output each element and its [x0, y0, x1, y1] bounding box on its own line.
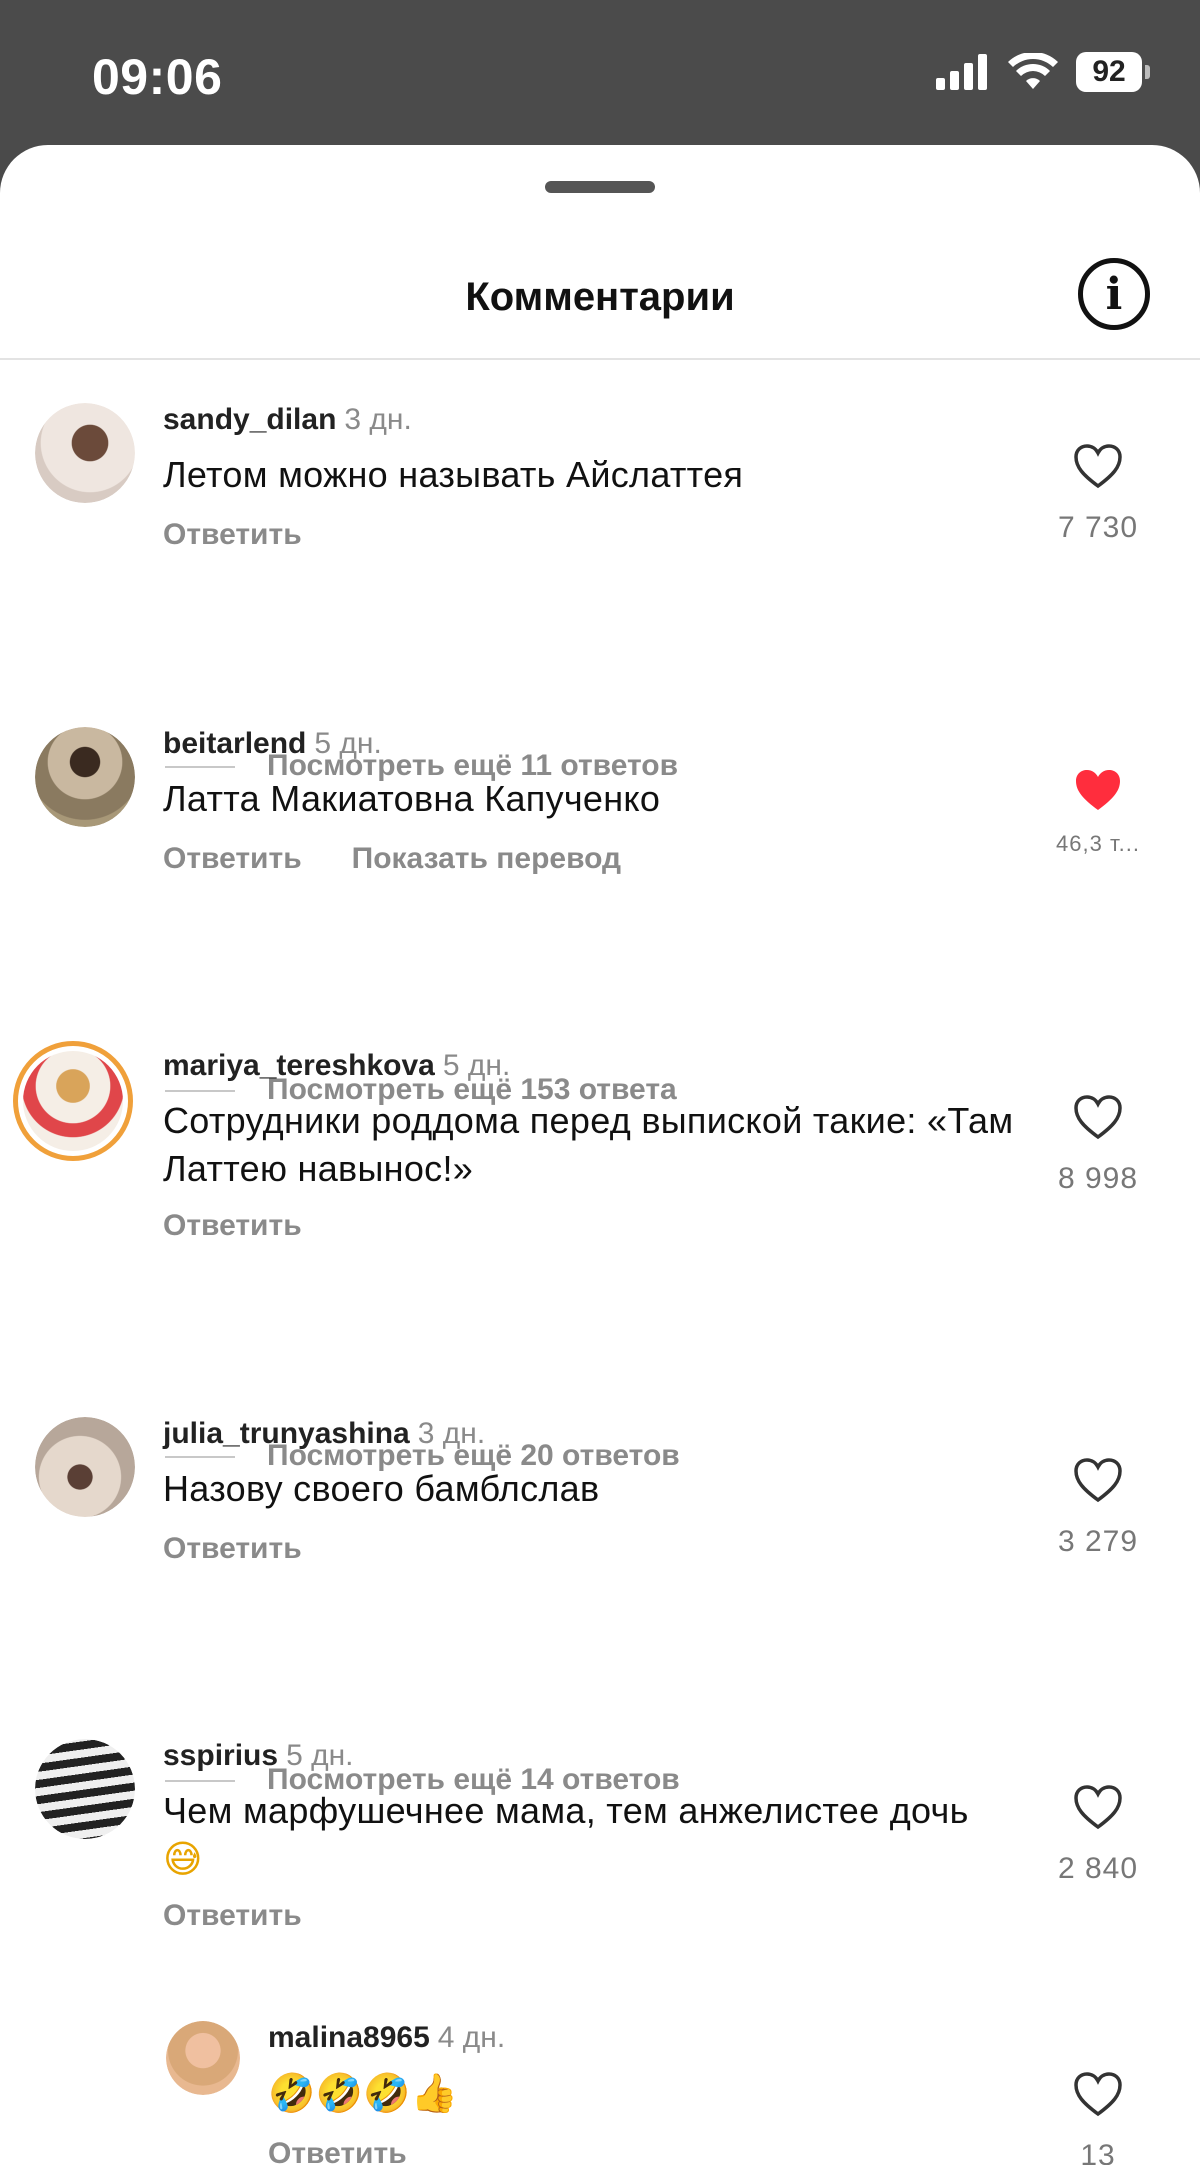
- sheet-header: Комментарии i: [0, 235, 1200, 360]
- heart-icon: [1074, 1458, 1122, 1503]
- comment-time: 5 дн.: [314, 727, 382, 760]
- status-bar: 09:06 92: [0, 0, 1200, 150]
- comment-username[interactable]: mariya_tereshkova: [163, 1049, 435, 1082]
- comment-header: julia_trunyashina 3 дн.: [163, 1417, 485, 1451]
- comment-emoji: 😅: [163, 1837, 203, 1881]
- comment-text: Назову своего бамблслав: [163, 1468, 600, 1509]
- like-count: 8 998: [1057, 1162, 1139, 1195]
- like-count: 46,3 т...: [1056, 831, 1140, 856]
- comment-username[interactable]: sspirius: [163, 1739, 278, 1772]
- comment-header: sspirius 5 дн.: [163, 1739, 354, 1773]
- heart-icon: [1074, 2072, 1122, 2117]
- comment-time: 3 дн.: [417, 1417, 486, 1450]
- heart-icon: [1074, 1095, 1122, 1140]
- replies-divider: [165, 1780, 235, 1783]
- comment-actions: Ответить: [163, 1532, 302, 1566]
- comment-header: beitarlend 5 дн.: [163, 727, 382, 761]
- sheet-title: Комментарии: [465, 275, 735, 319]
- status-time: 09:06: [92, 49, 223, 105]
- comment-emoji: 🤣🤣🤣👍: [268, 2071, 459, 2115]
- reply-button[interactable]: Ответить: [268, 2137, 407, 2165]
- comments-sheet: Комментарии i sandy_dilan 3 дн. Летом мож…: [0, 145, 1200, 2165]
- like-count: 7 730: [1057, 511, 1139, 544]
- wifi-icon: [1008, 53, 1058, 89]
- heart-icon: [1074, 444, 1122, 489]
- avatar[interactable]: [35, 1739, 135, 1839]
- comment-time: 3 дн.: [344, 403, 412, 436]
- status-icons: 92: [936, 52, 1150, 92]
- like-button[interactable]: 2 840: [1038, 1784, 1158, 1886]
- comment-actions: Ответить: [163, 518, 302, 552]
- comment-text: Сотрудники роддома перед выпиской такие:…: [163, 1100, 1014, 1189]
- battery-level: 92: [1092, 55, 1126, 88]
- comment-actions: Ответить Показать перевод: [163, 842, 621, 876]
- reply-button[interactable]: Ответить: [163, 842, 302, 875]
- show-translation-button[interactable]: Показать перевод: [352, 842, 621, 875]
- comment-time: 4 дн.: [437, 2021, 506, 2054]
- like-count: 3 279: [1057, 1525, 1139, 1558]
- signal-icon: [936, 54, 987, 90]
- sheet-grabber[interactable]: [545, 181, 655, 193]
- battery-indicator: 92: [1076, 52, 1150, 92]
- like-button[interactable]: 7 730: [1038, 443, 1158, 545]
- like-count: 13: [1080, 2139, 1116, 2165]
- avatar-with-story[interactable]: [13, 1041, 133, 1161]
- comment-actions: Ответить: [268, 2137, 407, 2165]
- comment-actions: Ответить: [163, 1209, 302, 1243]
- comment-text: Латта Макиатовна Капученко: [163, 778, 661, 819]
- comment-time: 5 дн.: [442, 1049, 511, 1082]
- comment-username[interactable]: sandy_dilan: [163, 403, 336, 436]
- info-icon[interactable]: i: [1078, 258, 1150, 330]
- avatar[interactable]: [35, 1417, 135, 1517]
- replies-divider: [165, 1090, 235, 1093]
- comment-actions: Ответить: [163, 1899, 302, 1933]
- reply-button[interactable]: Ответить: [163, 1899, 302, 1932]
- replies-divider: [165, 1456, 235, 1459]
- comment-header: sandy_dilan 3 дн.: [163, 403, 412, 437]
- like-button[interactable]: 3 279: [1038, 1457, 1158, 1559]
- comment-username[interactable]: julia_trunyashina: [163, 1417, 410, 1450]
- replies-divider: [165, 766, 235, 769]
- like-button[interactable]: 13: [1038, 2071, 1158, 2165]
- like-button[interactable]: 8 998: [1038, 1094, 1158, 1196]
- reply-button[interactable]: Ответить: [163, 1209, 302, 1242]
- comment-header: mariya_tereshkova 5 дн.: [163, 1049, 510, 1083]
- like-button[interactable]: 46,3 т...: [1038, 767, 1158, 857]
- heart-filled-icon: [1076, 770, 1120, 810]
- like-count: 2 840: [1057, 1852, 1139, 1885]
- avatar[interactable]: [166, 2021, 240, 2095]
- comment-header: malina8965 4 дн.: [268, 2021, 505, 2055]
- avatar[interactable]: [35, 727, 135, 827]
- comment-username[interactable]: malina8965: [268, 2021, 430, 2054]
- heart-icon: [1074, 1785, 1122, 1830]
- reply-button[interactable]: Ответить: [163, 518, 302, 551]
- avatar[interactable]: [35, 403, 135, 503]
- comment-body: Чем марфушечнее мама, тем анжелистее доч…: [163, 1790, 969, 1831]
- comment-time: 5 дн.: [286, 1739, 354, 1772]
- comment-text: Летом можно называть Айслаттея: [163, 454, 744, 495]
- comment-username[interactable]: beitarlend: [163, 727, 306, 760]
- reply-button[interactable]: Ответить: [163, 1532, 302, 1565]
- comment-text: Чем марфушечнее мама, тем анжелистее доч…: [163, 1787, 1043, 1883]
